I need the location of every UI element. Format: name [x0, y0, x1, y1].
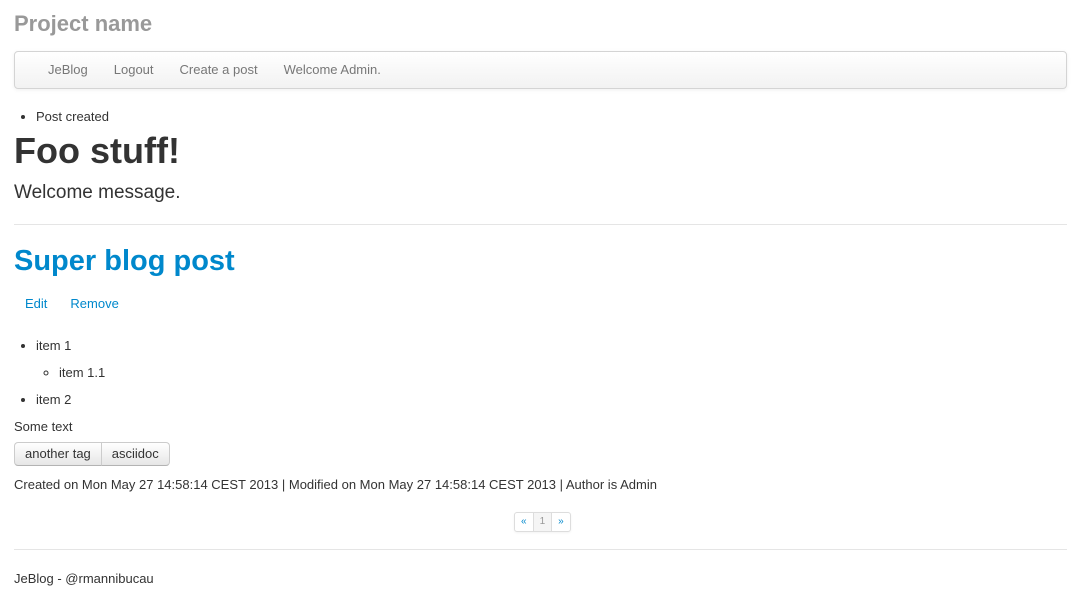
post-meta: Created on Mon May 27 14:58:14 CEST 2013… — [14, 477, 657, 492]
nav-item-logout[interactable]: Logout — [101, 52, 167, 88]
post-content-list: item 1 item 1.1 item 2 — [14, 337, 105, 418]
pagination: « 1 » — [514, 512, 571, 532]
list-item: item 2 — [36, 391, 105, 409]
nav-item-welcome[interactable]: Welcome Admin. — [271, 52, 394, 88]
page: Project name JeBlog Logout Create a post… — [0, 0, 1086, 606]
brand-title[interactable]: Project name — [14, 10, 152, 38]
post-actions: Edit Remove — [14, 295, 130, 313]
hero-lead: Welcome message. — [14, 182, 181, 203]
pagination-page: 1 — [532, 513, 552, 531]
tag-group: another tag asciidoc — [14, 442, 170, 466]
hero-title: Foo stuff! — [14, 130, 180, 171]
tag-button[interactable]: another tag — [14, 442, 102, 466]
divider — [14, 549, 1067, 550]
nav-item-create-post[interactable]: Create a post — [167, 52, 271, 88]
nested-list: item 1.1 — [36, 364, 105, 382]
alert-message: Post created — [36, 108, 109, 126]
navbar: JeBlog Logout Create a post Welcome Admi… — [14, 51, 1067, 89]
pagination-prev[interactable]: « — [515, 513, 533, 531]
pagination-next[interactable]: » — [551, 513, 570, 531]
edit-link[interactable]: Edit — [14, 295, 58, 313]
list-item-label: item 1 — [36, 338, 72, 353]
divider — [14, 224, 1067, 225]
alert-list: Post created — [14, 108, 109, 126]
post-title-link[interactable]: Super blog post — [14, 243, 235, 279]
list-item: item 1 item 1.1 — [36, 337, 105, 382]
list-item: item 1.1 — [59, 364, 105, 382]
footer-text: JeBlog - @rmannibucau — [14, 571, 154, 586]
nav-list: JeBlog Logout Create a post Welcome Admi… — [15, 52, 1066, 88]
remove-link[interactable]: Remove — [58, 295, 129, 313]
tag-button[interactable]: asciidoc — [100, 442, 170, 466]
post-text: Some text — [14, 419, 73, 434]
nav-item-jeblog[interactable]: JeBlog — [35, 52, 101, 88]
